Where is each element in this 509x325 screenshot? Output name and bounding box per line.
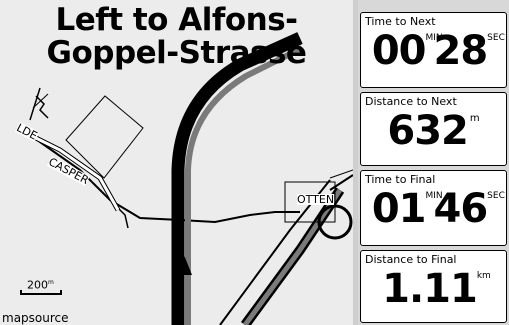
street-label-otten: OTTEN bbox=[297, 193, 335, 206]
map-view[interactable]: Left to Alfons- Goppel-Strasse CASPER LD… bbox=[0, 0, 353, 325]
seconds-value: 28 bbox=[433, 28, 489, 74]
field-label: Time to Next bbox=[365, 15, 436, 28]
turn-instruction-line2: Goppel-Strasse bbox=[46, 35, 307, 71]
minutes-unit: MIN bbox=[425, 191, 443, 201]
waypoint-flag-icon bbox=[29, 87, 49, 121]
distance-value: 1.11 bbox=[382, 266, 478, 312]
seconds-unit: SEC bbox=[487, 33, 505, 43]
field-label: Distance to Next bbox=[365, 95, 457, 108]
seconds-unit: SEC bbox=[487, 191, 505, 201]
field-distance-to-final[interactable]: Distance to Final 1.11km bbox=[360, 250, 507, 323]
gps-navigation-screen: Left to Alfons- Goppel-Strasse CASPER LD… bbox=[0, 0, 509, 325]
map-attribution: mapsource bbox=[2, 311, 69, 325]
minutes-unit: MIN bbox=[425, 33, 443, 43]
field-time-to-next[interactable]: Time to Next 00MIN28SEC bbox=[360, 12, 507, 88]
turn-instruction-line1: Left to Alfons- bbox=[55, 2, 298, 38]
side-road bbox=[17, 127, 300, 224]
seconds-value: 46 bbox=[433, 186, 489, 232]
scale-unit: m bbox=[48, 279, 54, 286]
distance-unit: km bbox=[476, 271, 491, 281]
field-time-to-final[interactable]: Time to Final 01MIN46SEC bbox=[360, 170, 507, 246]
field-value: 1.11km bbox=[361, 267, 506, 311]
field-label: Time to Final bbox=[365, 173, 436, 186]
field-value: 01MIN46SEC bbox=[361, 187, 506, 231]
field-value: 00MIN28SEC bbox=[361, 29, 506, 73]
minutes-value: 00 bbox=[371, 28, 427, 74]
turn-instruction: Left to Alfons- Goppel-Strasse bbox=[0, 4, 353, 70]
field-value: 632 m bbox=[361, 109, 506, 153]
distance-value: 632 bbox=[387, 108, 468, 154]
distance-unit: m bbox=[469, 113, 480, 124]
field-label: Distance to Final bbox=[365, 253, 457, 266]
map-scale: 200m bbox=[20, 277, 62, 295]
building-outline bbox=[65, 95, 144, 179]
minutes-value: 01 bbox=[371, 186, 427, 232]
scale-value: 200 bbox=[27, 278, 48, 292]
data-fields-panel: Time to Next 00MIN28SEC Distance to Next… bbox=[358, 0, 509, 325]
field-distance-to-next[interactable]: Distance to Next 632 m bbox=[360, 92, 507, 166]
